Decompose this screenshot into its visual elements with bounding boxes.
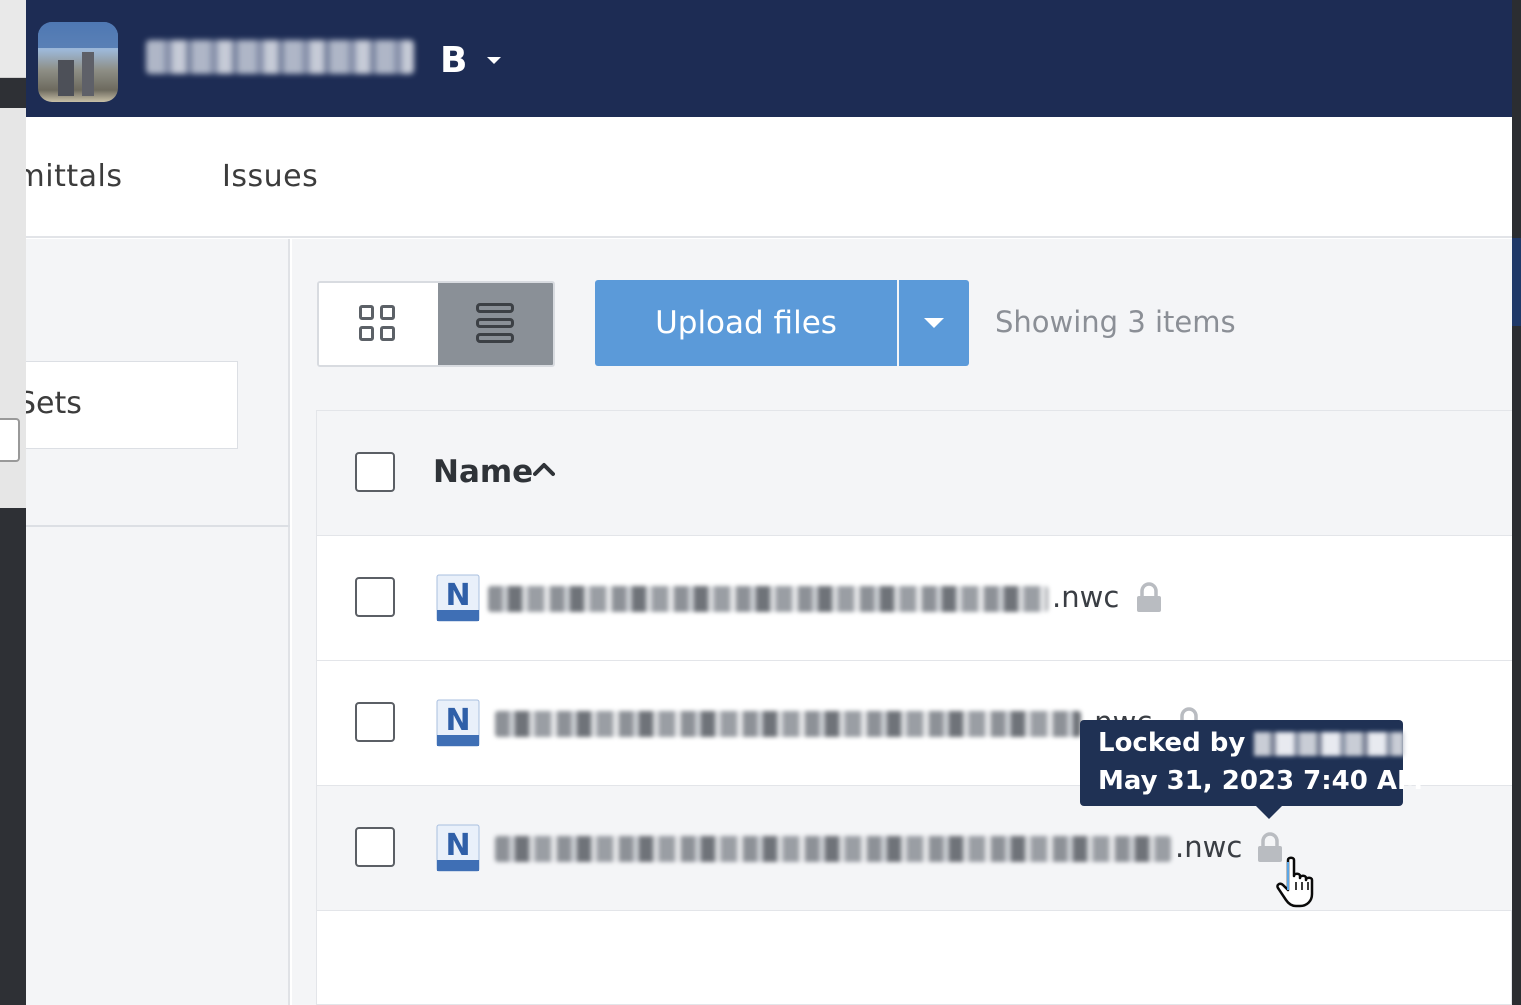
background-dropdown-fragment [0,418,20,462]
sort-ascending-icon[interactable] [533,461,555,477]
item-count-label: Showing 3 items [995,305,1236,339]
file-name[interactable]: .nwc [495,705,1152,739]
svg-text:N: N [445,703,470,738]
row-checkbox[interactable] [355,827,395,867]
list-view-icon [476,303,516,345]
navisworks-file-icon: N [436,574,480,622]
redacted-filename [495,836,1171,862]
right-edge-accent [1512,238,1521,326]
view-toggle [317,281,555,367]
files-table: Name N .nwc N N .nwc [316,410,1512,1005]
table-header: Name [317,411,1512,536]
tab-issues[interactable]: Issues [222,159,318,194]
file-name[interactable]: .nwc [488,580,1119,614]
tab-transmittals[interactable]: dmittals [26,159,122,194]
sets-item[interactable]: Sets [26,361,238,449]
navisworks-file-icon: N [436,699,480,747]
upload-options-button[interactable] [899,280,969,366]
background-window-strip [0,0,26,1005]
svg-text:N: N [445,828,470,863]
list-view-button[interactable] [438,283,553,365]
lock-icon[interactable] [1135,582,1163,614]
svg-text:N: N [445,578,470,613]
tooltip-locked-by: Locked by [1098,728,1405,758]
row-checkbox[interactable] [355,702,395,742]
grid-view-icon [359,305,397,343]
right-window-edge [1512,0,1521,1005]
background-panel [0,0,26,78]
project-name-redacted[interactable] [146,40,414,74]
module-tabs: dmittals Issues [26,117,1512,238]
lock-tooltip: Locked by May 31, 2023 7:40 AM [1080,720,1423,806]
tooltip-arrow [1256,806,1282,819]
redacted-filename [495,711,1081,737]
redacted-filename [488,586,1048,612]
hand-pointer-icon [1276,856,1314,908]
select-all-checkbox[interactable] [355,452,395,492]
sidebar-divider [26,525,290,527]
upload-files-button[interactable]: Upload files [595,280,897,366]
file-list-area: Upload files Showing 3 items Name N .nwc… [292,239,1512,1005]
app-window: B dmittals Issues Sets [26,0,1512,1005]
top-header: B [26,0,1512,117]
file-name[interactable]: .nwc [495,830,1242,864]
redacted-user-name [1254,731,1405,756]
sets-label: Sets [26,386,82,421]
row-checkbox[interactable] [355,577,395,617]
tooltip-date: May 31, 2023 7:40 AM [1098,766,1423,796]
navisworks-file-icon: N [436,824,480,872]
project-thumbnail[interactable] [38,22,118,102]
project-letter[interactable]: B [440,40,467,81]
chevron-down-icon[interactable] [487,57,501,64]
left-sidebar: Sets [26,239,290,1005]
name-column-header[interactable]: Name [433,454,533,490]
table-row[interactable]: N .nwc [317,536,1512,661]
dropdown-caret-icon [924,318,944,328]
grid-view-button[interactable] [319,283,438,365]
